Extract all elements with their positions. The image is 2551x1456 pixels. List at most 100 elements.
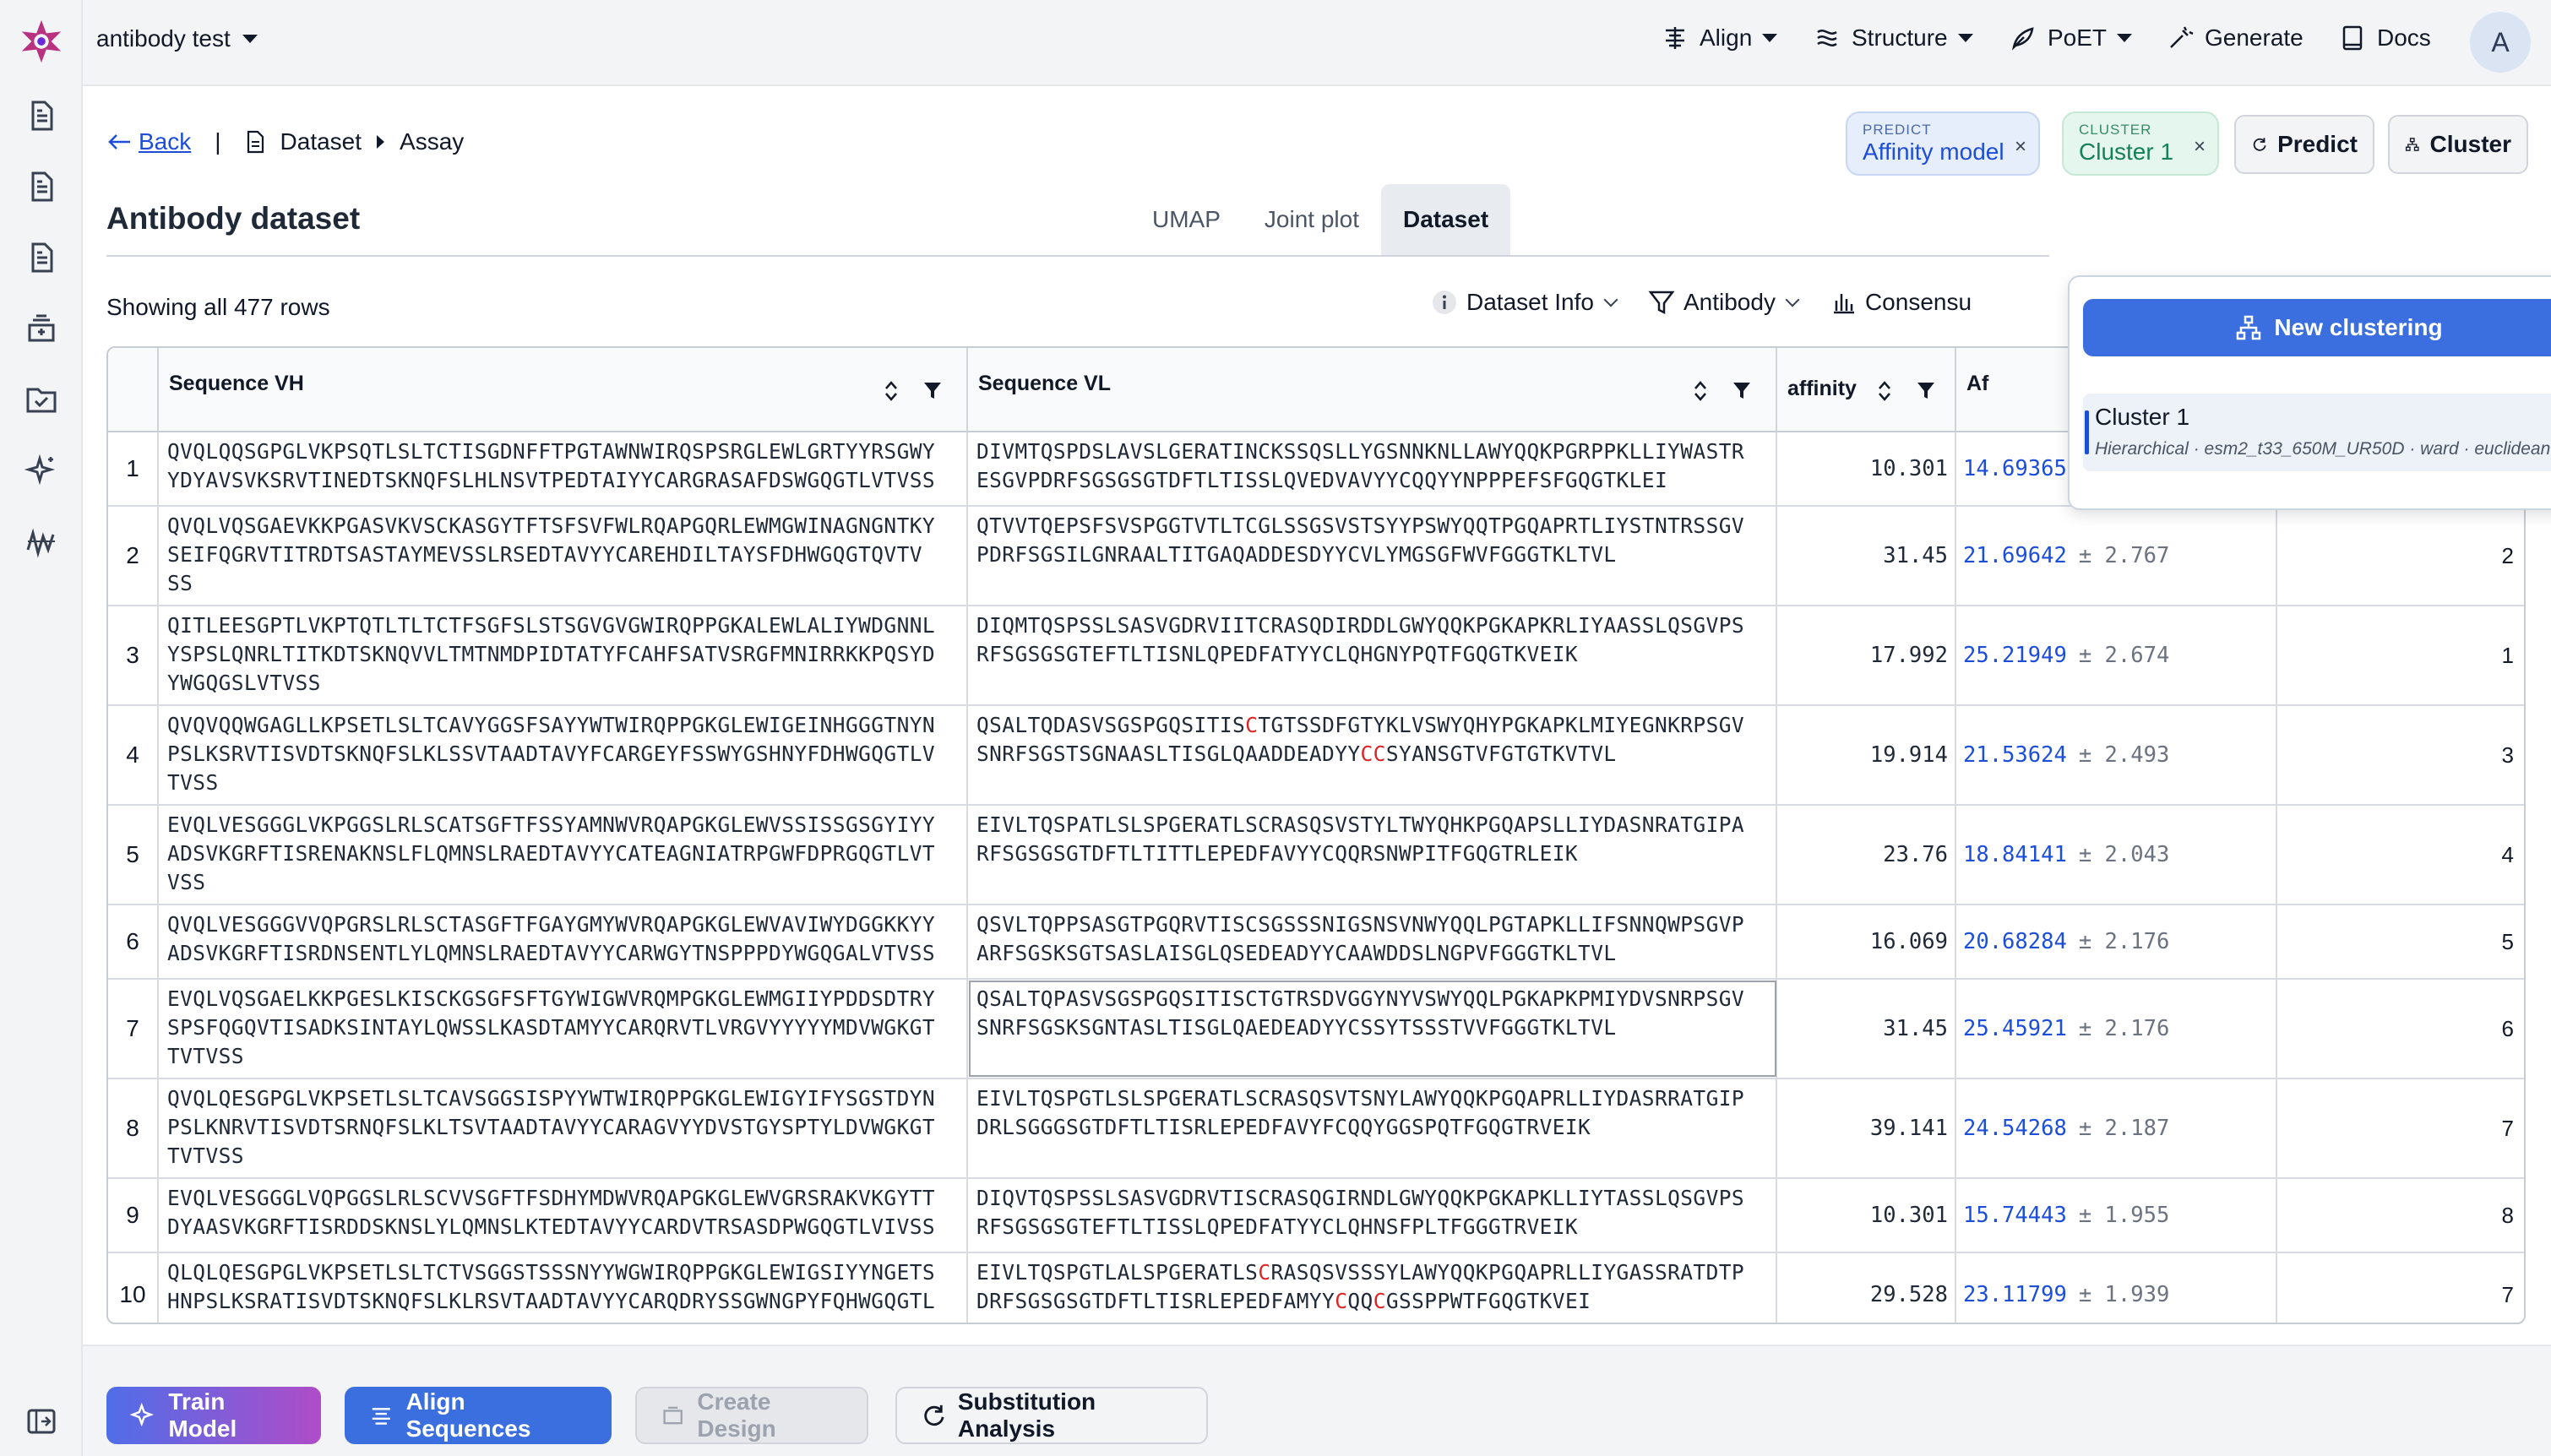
- folder-check-icon[interactable]: [20, 378, 63, 421]
- sequence-vl-cell[interactable]: DIVMTQSPDSLAVSLGERATINCKSSQSLLYGSNNKNLLA…: [968, 432, 1777, 505]
- document-icon[interactable]: [20, 95, 63, 137]
- antibody-filter-button[interactable]: Antibody: [1648, 289, 1800, 316]
- table-row[interactable]: 10 QLQLQESGPGLVKPSETLSLTCTVSGGSTSSSNYYWGW…: [108, 1253, 2524, 1323]
- cluster-option[interactable]: Cluster 1 Hierarchical · esm2_t33_650M_U…: [2083, 394, 2551, 471]
- sequence-vl-cell[interactable]: DIQVTQSPSSLSASVGDRVTISCRASQGIRNDLGWYQQKP…: [968, 1179, 1777, 1252]
- table-row[interactable]: 8 QVQLQESGPGLVKPSETLSLTCAVSGGSISPYYWTWIRQ…: [108, 1079, 2524, 1179]
- prediction-cell[interactable]: 21.69642 ± 2.767: [1956, 507, 2277, 605]
- sequence-vh-cell[interactable]: QVQLVQSGAEVKKPGASVKVSCKASGYTFTSFSVFWLRQA…: [159, 507, 968, 605]
- sequence-vh-cell[interactable]: EVQLVQSGAELKKPGESLKISCKGSGFSFTGYWIGWVRQM…: [159, 980, 968, 1078]
- tab-dataset[interactable]: Dataset: [1380, 184, 1511, 255]
- prediction-cell[interactable]: 20.68284 ± 2.176: [1956, 905, 2277, 978]
- back-link[interactable]: Back: [106, 128, 191, 155]
- cluster-cell[interactable]: 6: [2277, 980, 2524, 1078]
- avatar[interactable]: A: [2470, 12, 2531, 73]
- affinity-cell[interactable]: 10.301: [1777, 432, 1956, 505]
- table-row[interactable]: 7 EVQLVQSGAELKKPGESLKISCKGSGFSFTGYWIGWVRQ…: [108, 980, 2524, 1079]
- sequence-vl-cell[interactable]: EIVLTQSPGTLSLSPGERATLSCRASQSVTSNYLAWYQQK…: [968, 1079, 1777, 1177]
- cluster-button[interactable]: Cluster: [2388, 115, 2528, 174]
- sequence-vl-cell[interactable]: QSVLTQPPSASGTPGQRVTISCSGSSSNIGSNSVNWYQQL…: [968, 905, 1777, 978]
- affinity-cell[interactable]: 31.45: [1777, 507, 1956, 605]
- nav-docs[interactable]: Docs: [2338, 24, 2431, 52]
- nav-poet[interactable]: PoET: [2009, 24, 2133, 52]
- cluster-cell[interactable]: 3: [2277, 706, 2524, 804]
- table-row[interactable]: 3 QITLEESGPTLVKPTQTLTLTCTFSGFSLSTSGVGVGWI…: [108, 606, 2524, 706]
- affinity-cell[interactable]: 16.069: [1777, 905, 1956, 978]
- breadcrumb-dataset[interactable]: Dataset: [280, 128, 362, 155]
- sequence-vh-cell[interactable]: QVQLQESGPGLVKPSETLSLTCAVSGGSISPYYWTWIRQP…: [159, 1079, 968, 1177]
- prediction-cell[interactable]: 24.54268 ± 2.187: [1956, 1079, 2277, 1177]
- cluster-cell[interactable]: 7: [2277, 1253, 2524, 1323]
- sort-icon[interactable]: [1693, 378, 1708, 404]
- table-row[interactable]: 6 QVQLVESGGGVVQPGRSLRLSCTASGFTFGAYGMYWVRQ…: [108, 905, 2524, 980]
- column-header-vl[interactable]: Sequence VL: [968, 348, 1777, 432]
- predict-button[interactable]: Predict: [2234, 115, 2374, 174]
- cluster-cell[interactable]: 5: [2277, 905, 2524, 978]
- cluster-cell[interactable]: 2: [2277, 507, 2524, 605]
- sort-icon[interactable]: [884, 378, 899, 404]
- app-logo[interactable]: [17, 17, 66, 66]
- consensus-button[interactable]: Consensu: [1830, 289, 1972, 316]
- nav-structure[interactable]: Structure: [1813, 24, 1973, 52]
- sparkle-icon[interactable]: [20, 449, 63, 492]
- sequence-vh-cell[interactable]: QVQLVESGGGVVQPGRSLRLSCTASGFTFGAYGMYWVRQA…: [159, 905, 968, 978]
- new-clustering-button[interactable]: New clustering: [2083, 299, 2551, 356]
- cluster-cell[interactable]: 7: [2277, 1079, 2524, 1177]
- table-row[interactable]: 4 QVQVQQWGAGLLKPSETLSLTCAVYGGSFSAYYWTWIRQ…: [108, 706, 2524, 806]
- nav-align[interactable]: Align: [1661, 24, 1778, 52]
- nav-generate[interactable]: Generate: [2166, 24, 2304, 52]
- affinity-cell[interactable]: 23.76: [1777, 806, 1956, 904]
- filter-icon[interactable]: [1916, 380, 1936, 402]
- document-icon[interactable]: [20, 166, 63, 208]
- cluster-cell[interactable]: 1: [2277, 606, 2524, 704]
- train-model-button[interactable]: Train Model: [106, 1387, 321, 1444]
- sequence-vl-cell[interactable]: QSALTQDASVSGSPGQSITISCTGTSSDFGTYKLVSWYQH…: [968, 706, 1777, 804]
- affinity-cell[interactable]: 31.45: [1777, 980, 1956, 1078]
- prediction-cell[interactable]: 15.74443 ± 1.955: [1956, 1179, 2277, 1252]
- tab-umap[interactable]: UMAP: [1130, 184, 1243, 255]
- create-design-button[interactable]: Create Design: [635, 1387, 868, 1444]
- waveform-icon[interactable]: [20, 520, 63, 562]
- dataset-info-button[interactable]: Dataset Info: [1431, 289, 1618, 316]
- affinity-cell[interactable]: 19.914: [1777, 706, 1956, 804]
- sort-icon[interactable]: [1877, 378, 1892, 404]
- cluster-cell[interactable]: 8: [2277, 1179, 2524, 1252]
- prediction-cell[interactable]: 18.84141 ± 2.043: [1956, 806, 2277, 904]
- sequence-vh-cell[interactable]: QVQVQQWGAGLLKPSETLSLTCAVYGGSFSAYYWTWIRQP…: [159, 706, 968, 804]
- affinity-cell[interactable]: 29.528: [1777, 1253, 1956, 1323]
- affinity-cell[interactable]: 10.301: [1777, 1179, 1956, 1252]
- prediction-cell[interactable]: 21.53624 ± 2.493: [1956, 706, 2277, 804]
- table-row[interactable]: 2 QVQLVQSGAEVKKPGASVKVSCKASGYTFTSFSVFWLRQ…: [108, 507, 2524, 606]
- affinity-cell[interactable]: 17.992: [1777, 606, 1956, 704]
- prediction-cell[interactable]: 25.21949 ± 2.674: [1956, 606, 2277, 704]
- prediction-cell[interactable]: 25.45921 ± 2.176: [1956, 980, 2277, 1078]
- affinity-cell[interactable]: 39.141: [1777, 1079, 1956, 1177]
- tab-joint-plot[interactable]: Joint plot: [1243, 184, 1381, 255]
- sequence-vh-cell[interactable]: QITLEESGPTLVKPTQTLTLTCTFSGFSLSTSGVGVGWIR…: [159, 606, 968, 704]
- sequence-vl-cell[interactable]: QTVVTQEPSFSVSPGGTVTLTCGLSSGSVSTSYYPSWYQQ…: [968, 507, 1777, 605]
- cluster-chip[interactable]: CLUSTER Cluster 1 ×: [2062, 111, 2219, 176]
- table-row[interactable]: 5 EVQLVESGGGLVKPGGSLRLSCATSGFTFSSYAMNWVRQ…: [108, 806, 2524, 905]
- sequence-vh-cell[interactable]: EVQLVESGGGLVKPGGSLRLSCATSGFTFSSYAMNWVRQA…: [159, 806, 968, 904]
- column-header-affinity[interactable]: affinity: [1777, 348, 1956, 432]
- sequence-vh-cell[interactable]: QVQLQQSGPGLVKPSQTLSLTCTISGDNFFTPGTAWNWIR…: [159, 432, 968, 505]
- align-sequences-button[interactable]: Align Sequences: [345, 1387, 612, 1444]
- filter-icon[interactable]: [922, 380, 943, 402]
- sequence-vh-cell[interactable]: EVQLVESGGGLVQPGGSLRLSCVVSGFTFSDHYMDWVRQA…: [159, 1179, 968, 1252]
- filter-icon[interactable]: [1732, 380, 1752, 402]
- prediction-cell[interactable]: 23.11799 ± 1.939: [1956, 1253, 2277, 1323]
- column-header-vh[interactable]: Sequence VH: [159, 348, 968, 432]
- sequence-vh-cell[interactable]: QLQLQESGPGLVKPSETLSLTCTVSGGSTSSSNYYWGWIR…: [159, 1253, 968, 1323]
- substitution-analysis-button[interactable]: Substitution Analysis: [895, 1387, 1208, 1444]
- close-icon[interactable]: ×: [2194, 135, 2206, 159]
- sequence-vl-cell[interactable]: DIQMTQSPSSLSASVGDRVIITCRASQDIRDDLGWYQQKP…: [968, 606, 1777, 704]
- close-icon[interactable]: ×: [2015, 135, 2026, 159]
- predict-chip[interactable]: PREDICT Affinity model ×: [1846, 111, 2040, 176]
- document-icon[interactable]: [20, 236, 63, 279]
- sequence-vl-cell[interactable]: EIVLTQSPATLSLSPGERATLSCRASQSVSTYLTWYQHKP…: [968, 806, 1777, 904]
- cluster-cell[interactable]: 4: [2277, 806, 2524, 904]
- sequence-vl-cell[interactable]: EIVLTQSPGTLALSPGERATLSCRASQSVSSSYLAWYQQK…: [968, 1253, 1777, 1323]
- inbox-icon[interactable]: [20, 307, 63, 350]
- expand-sidebar-icon[interactable]: [20, 1400, 63, 1442]
- project-selector[interactable]: antibody test: [96, 25, 258, 52]
